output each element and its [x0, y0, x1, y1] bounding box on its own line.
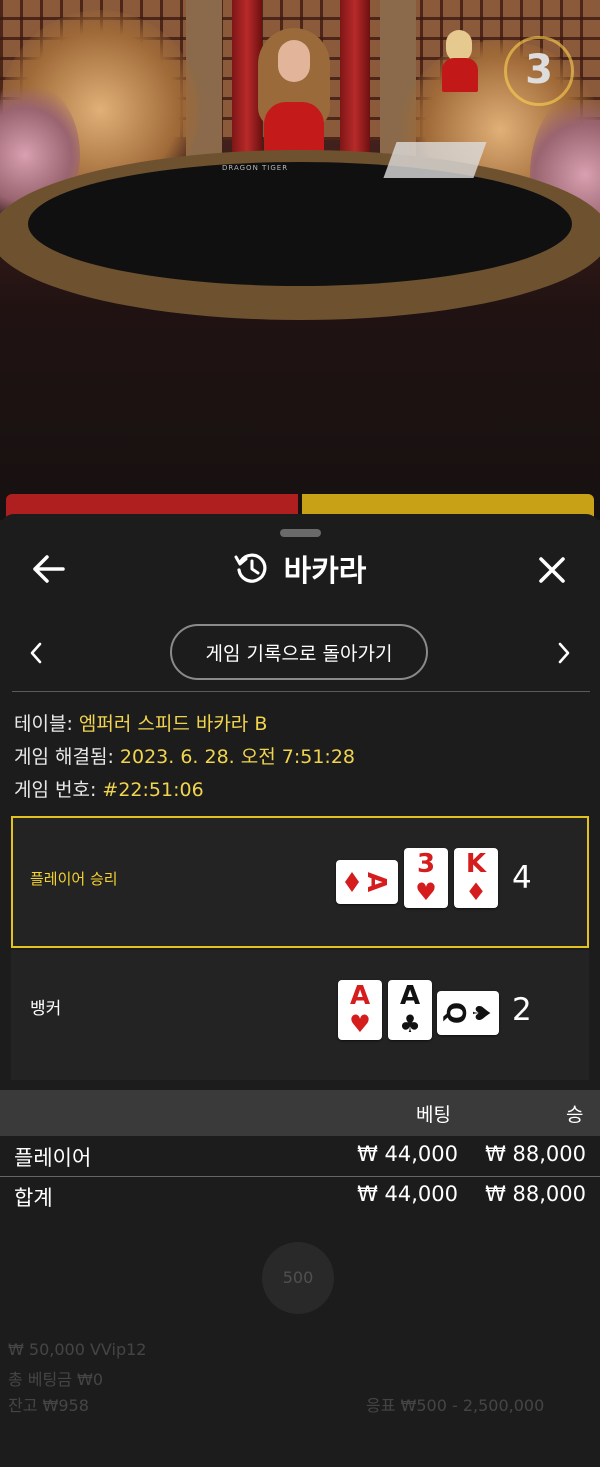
card-suit: ♣ [399, 1010, 421, 1038]
card-suit: ♥ [415, 878, 437, 906]
row-bet: ₩ 44,000 [357, 1182, 458, 1206]
game-history-sheet: 바카라 게임 기록으로 돌아가기 테이블: 엠퍼러 스피드 바카라 B 게임 해… [0, 514, 600, 1467]
player-card-2: 3 ♥ [404, 848, 448, 908]
row-bet: ₩ 44,000 [357, 1142, 458, 1166]
countdown-timer: 3 [504, 36, 574, 106]
table-value: 엠퍼러 스피드 바카라 B [78, 713, 268, 735]
banker-score: 2 [512, 992, 532, 1028]
drag-handle[interactable] [280, 529, 321, 537]
table-row: 합계 ₩ 44,000 ₩ 88,000 [0, 1178, 600, 1216]
row-name: 플레이어 [14, 1146, 92, 1170]
sheet-title: 바카라 [283, 554, 367, 589]
close-icon [539, 557, 565, 583]
sheet-header: 바카라 [0, 546, 600, 590]
row-name: 합계 [14, 1186, 53, 1210]
card-rank: Q [440, 1002, 470, 1024]
card-rank: A [361, 872, 391, 892]
game-number-value: #22:51:06 [102, 779, 204, 801]
card-rank: 3 [416, 849, 436, 879]
divider [12, 691, 590, 692]
game-number-label: 게임 번호: [14, 779, 97, 801]
card-suit: ♠ [467, 1002, 495, 1024]
live-video-feed: DRAGON TIGER 3 [0, 0, 600, 520]
table-info: 테이블: 엠퍼러 스피드 바카라 B [14, 709, 267, 736]
card-suit: ♥ [349, 1010, 371, 1038]
resolved-value: 2023. 6. 28. 오전 7:51:28 [119, 746, 355, 768]
player-card-1: A [336, 860, 398, 904]
chevron-right-icon [558, 642, 570, 664]
card-face: Q ♠ [440, 1002, 495, 1024]
banker-hand-row [11, 950, 589, 1080]
banker-result-label: 뱅커 [30, 999, 62, 1019]
banker-card-1: A ♥ [338, 980, 382, 1040]
return-to-history-button[interactable]: 게임 기록으로 돌아가기 [170, 624, 428, 680]
balance-ghost: ₩ 50,000 VVip12 [8, 1340, 147, 1359]
card-rank: K [465, 849, 487, 879]
next-round-button[interactable] [554, 640, 574, 666]
row-win: ₩ 88,000 [485, 1182, 586, 1206]
header-win: 승 [566, 1104, 584, 1126]
divider [0, 1176, 600, 1177]
chevron-left-icon [30, 642, 42, 664]
header-bet: 베팅 [416, 1104, 451, 1126]
card-shoe [383, 142, 487, 178]
banker-card-3: Q ♠ [437, 991, 499, 1035]
player-result-label: 플레이어 승리 [30, 870, 118, 888]
player-card-3: K ♦ [454, 848, 498, 908]
results-header [0, 1090, 600, 1136]
bet-total-ghost: 총 베팅금 ₩0 [8, 1370, 104, 1389]
wallet-ghost: 잔고 ₩958 [8, 1396, 89, 1415]
table-row: 플레이어 ₩ 44,000 ₩ 88,000 [0, 1138, 600, 1176]
resolved-info: 게임 해결됨: 2023. 6. 28. 오전 7:51:28 [14, 742, 355, 769]
history-icon [234, 553, 266, 583]
card-face: A [345, 872, 391, 892]
limits-ghost: 응표 ₩500 - 2,500,000 [366, 1396, 545, 1415]
previous-round-button[interactable] [26, 640, 46, 666]
decor-pillar [340, 0, 370, 170]
card-rank: A [399, 981, 421, 1011]
game-number-info: 게임 번호: #22:51:06 [14, 775, 204, 802]
resolved-label: 게임 해결됨: [14, 746, 114, 768]
row-win: ₩ 88,000 [485, 1142, 586, 1166]
background-dealer [442, 30, 478, 92]
card-rank: A [349, 981, 371, 1011]
player-score: 4 [512, 860, 532, 896]
table-label: 테이블: [14, 713, 73, 735]
table-brand-text: DRAGON TIGER [222, 164, 289, 172]
dealer [258, 28, 330, 172]
card-suit: ♦ [465, 878, 487, 906]
chip-ghost: 500 [262, 1242, 334, 1314]
banker-card-2: A ♣ [388, 980, 432, 1040]
table-felt [28, 162, 572, 286]
close-button[interactable] [534, 552, 570, 588]
